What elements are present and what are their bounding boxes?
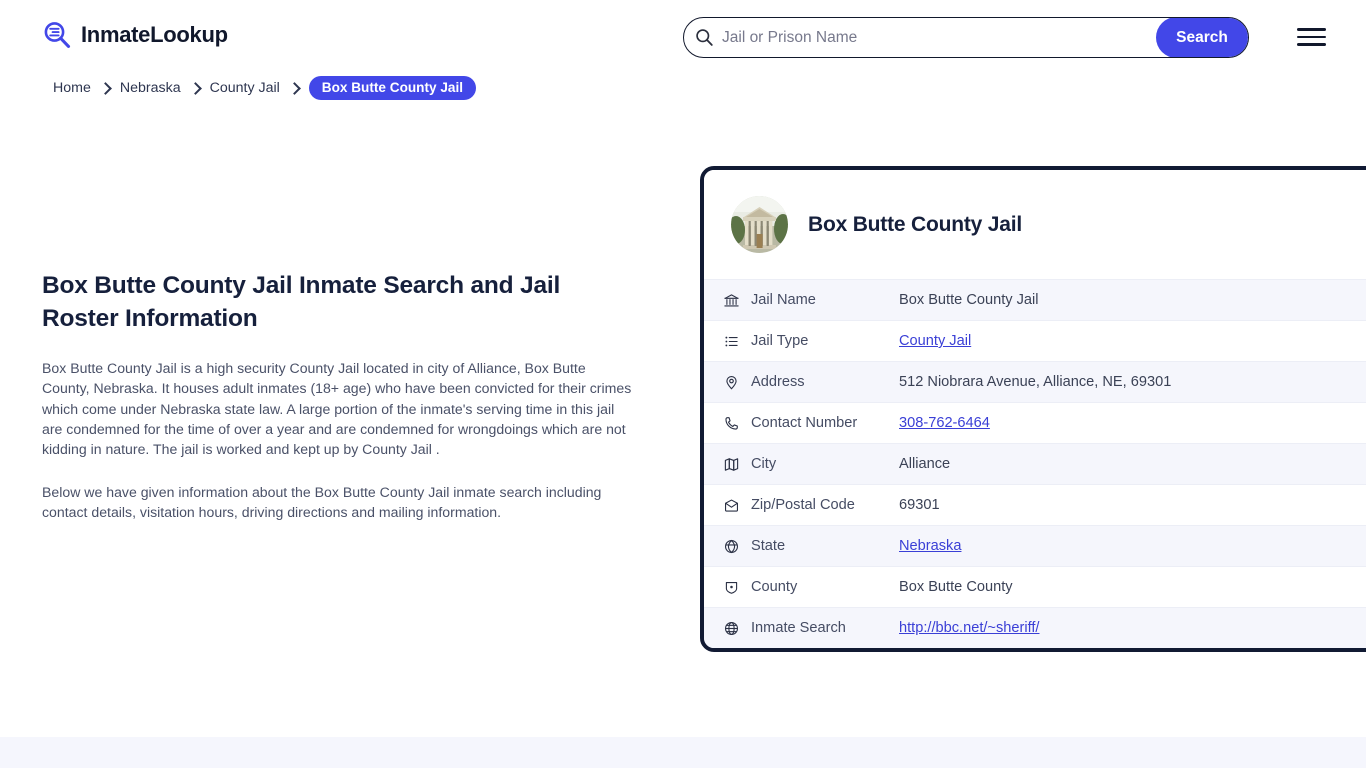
map-icon <box>723 456 751 473</box>
row-value-link[interactable]: Nebraska <box>899 538 961 554</box>
page-title: Box Butte County Jail Inmate Search and … <box>42 272 561 332</box>
search-input[interactable] <box>718 18 1157 57</box>
row-label: Jail Name <box>751 292 816 308</box>
table-row: Zip/Postal Code 69301 <box>704 484 1366 525</box>
hamburger-bar <box>1297 28 1326 31</box>
row-value: Box Butte County Jail <box>899 292 1039 308</box>
row-label: Zip/Postal Code <box>751 497 855 513</box>
row-value-link[interactable]: http://bbc.net/~sheriff/ <box>899 620 1040 636</box>
map-pin-icon <box>723 374 751 391</box>
table-row: City Alliance <box>704 443 1366 484</box>
description-paragraph-1: Box Butte County Jail is a high security… <box>42 360 632 457</box>
chevron-right-icon <box>98 81 112 95</box>
row-value: 512 Niobrara Avenue, Alliance, NE, 69301 <box>899 374 1172 390</box>
magnifier-list-icon <box>42 20 72 50</box>
table-row: Inmate Search http://bbc.net/~sheriff/ <box>704 607 1366 648</box>
chevron-right-icon <box>287 81 301 95</box>
row-label: Inmate Search <box>751 620 846 636</box>
list-icon <box>723 333 751 350</box>
row-label: City <box>751 456 777 472</box>
main-content: Box Butte County Jail Inmate Search and … <box>42 270 642 523</box>
brand-logo[interactable]: InmateLookup <box>42 20 228 50</box>
card-title: Box Butte County Jail <box>808 212 1022 236</box>
envelope-icon <box>723 497 751 514</box>
breadcrumb-item-home[interactable]: Home <box>53 80 91 96</box>
site-header: InmateLookup Search <box>0 0 1366 74</box>
phone-icon <box>723 415 751 432</box>
hamburger-bar <box>1297 43 1326 46</box>
description-paragraph-2: Below we have given information about th… <box>42 484 602 521</box>
badge-icon <box>723 579 751 596</box>
row-label: State <box>751 538 786 554</box>
row-value: Box Butte County <box>899 579 1013 595</box>
row-value-link[interactable]: 308-762-6464 <box>899 415 990 431</box>
row-value: Alliance <box>899 456 951 472</box>
table-row: Jail Type County Jail <box>704 320 1366 361</box>
row-label: Contact Number <box>751 415 858 431</box>
globe-icon <box>723 538 751 555</box>
search-bar[interactable]: Search <box>683 17 1249 58</box>
chevron-right-icon <box>188 81 202 95</box>
hamburger-bar <box>1297 35 1326 39</box>
hamburger-menu-icon[interactable] <box>1297 26 1327 48</box>
row-label: Address <box>751 374 805 390</box>
table-row: Address 512 Niobrara Avenue, Alliance, N… <box>704 361 1366 402</box>
search-button[interactable]: Search <box>1156 18 1248 57</box>
bank-icon <box>723 292 751 309</box>
table-row: County Box Butte County <box>704 566 1366 607</box>
breadcrumb-item-active[interactable]: Box Butte County Jail <box>308 76 477 100</box>
footer-band <box>0 737 1366 768</box>
row-label: Jail Type <box>751 333 809 349</box>
courthouse-photo-avatar <box>731 196 788 253</box>
table-row: Contact Number 308-762-6464 <box>704 402 1366 443</box>
table-row: Jail Name Box Butte County Jail <box>704 279 1366 320</box>
card-header: Box Butte County Jail <box>704 170 1366 279</box>
row-value: 69301 <box>899 497 940 513</box>
jail-info-card: Box Butte County Jail Jail Name Box Butt… <box>700 166 1366 652</box>
world-icon <box>723 620 751 637</box>
brand-name: InmateLookup <box>81 22 228 47</box>
row-label: County <box>751 579 798 595</box>
jail-details-table: Jail Name Box Butte County Jail Jail Typ… <box>704 279 1366 648</box>
breadcrumb: Home Nebraska County Jail Box Butte Coun… <box>53 76 477 100</box>
search-icon <box>684 18 718 57</box>
row-value-link[interactable]: County Jail <box>899 333 971 349</box>
breadcrumb-item-nebraska[interactable]: Nebraska <box>120 80 181 96</box>
table-row: State Nebraska <box>704 525 1366 566</box>
breadcrumb-item-county-jail[interactable]: County Jail <box>210 80 280 96</box>
